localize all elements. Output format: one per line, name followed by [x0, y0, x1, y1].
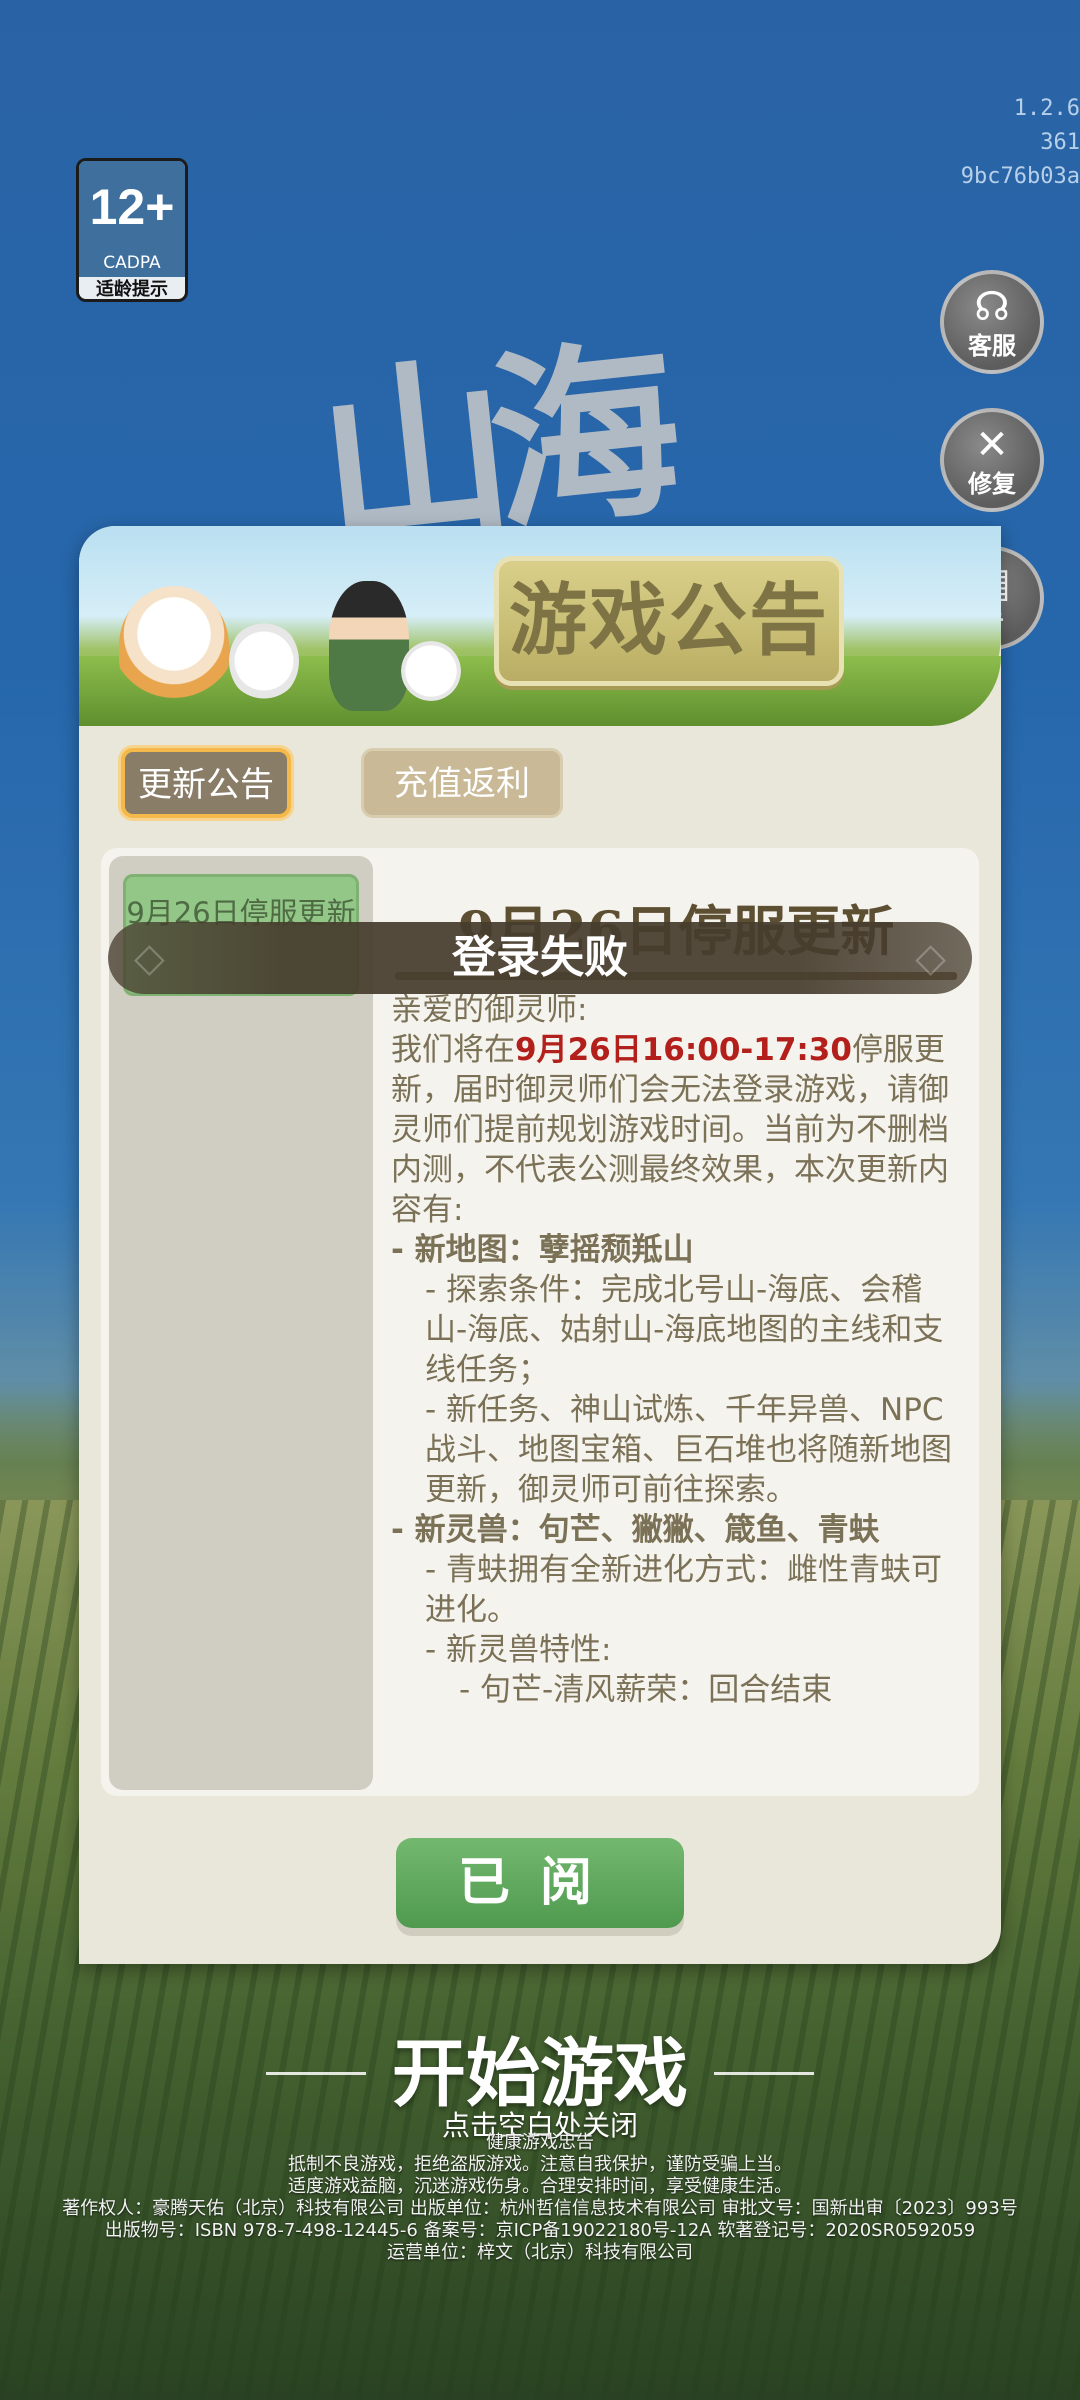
wrench-icon: ✕	[975, 422, 1009, 468]
footer-line: 健康游戏忠告	[486, 2132, 594, 2153]
age-rating-value: 12+	[79, 161, 185, 253]
footer-line: 著作权人：豪腾天佑（北京）科技有限公司 出版单位：杭州哲信信息技术有限公司 审批…	[62, 2198, 1018, 2219]
new-map-detail: - 探索条件：完成北号山-海底、会稽山-海底、姑射山-海底地图的主线和支线任务；	[425, 1272, 944, 1388]
footer-line: 出版物号：ISBN 978-7-498-12445-6 备案号：京ICP备190…	[104, 2220, 976, 2241]
new-spirits-detail: - 青蚨拥有全新进化方式：雌性青蚨可进化。	[425, 1552, 943, 1628]
hero-character-illustration	[329, 581, 409, 711]
read-confirm-button[interactable]: 已阅	[396, 1838, 684, 1928]
age-rating-hint: 适龄提示	[96, 279, 168, 300]
start-game-area[interactable]: 开始游戏 点击空白处关闭	[0, 2034, 1080, 2144]
age-rating-org: CADPA	[79, 253, 185, 277]
start-game-button[interactable]: 开始游戏	[266, 2031, 814, 2117]
start-game-label: 开始游戏	[392, 2031, 688, 2117]
version-hash: 9bc76b03a	[960, 164, 1080, 189]
age-rating-badge[interactable]: 12+ CADPA 适龄提示	[76, 158, 188, 302]
login-failed-toast: 登录失败	[108, 922, 972, 994]
customer-service-button[interactable]: ☊ 客服	[940, 270, 1044, 374]
version-number: 1.2.6	[1013, 96, 1080, 121]
version-info: 1.2.6 361 9bc76b03a	[961, 92, 1080, 194]
legal-footer: 健康游戏忠告 抵制不良游戏，拒绝盗版游戏。注意自我保护，谨防受骗上当。 适度游戏…	[0, 2132, 1080, 2264]
announcement-title-plaque: 游戏公告	[494, 556, 844, 686]
article-body: 亲爱的御灵师: 我们将在9月26日16:00-17:30停服更新，届时御灵师们会…	[391, 990, 961, 1710]
footer-line: 运营单位：梓文（北京）科技有限公司	[387, 2242, 693, 2263]
decor-line-right	[714, 2072, 814, 2075]
section-new-map: - 新地图：孽摇颓羝山	[391, 1232, 694, 1268]
announcement-banner: 游戏公告	[79, 526, 1001, 726]
announcement-panel: 游戏公告 更新公告 充值返利 9月26日停服更新 9月26日停服更新 亲爱的御灵…	[79, 526, 1001, 1964]
repair-label: 修复	[968, 470, 1016, 498]
new-spirits-detail: - 句芒-清风薪荣：回合结束	[459, 1672, 833, 1708]
announcement-list[interactable]: 9月26日停服更新	[109, 856, 373, 1790]
customer-service-label: 客服	[968, 332, 1016, 360]
announcement-article[interactable]: 9月26日停服更新 亲爱的御灵师: 我们将在9月26日16:00-17:30停服…	[391, 866, 961, 1786]
decor-line-left	[266, 2072, 366, 2075]
version-build: 361	[1040, 130, 1080, 155]
footer-line: 适度游戏益脑，沉迷游戏伤身。合理安排时间，享受健康生活。	[288, 2176, 792, 2197]
article-greeting: 亲爱的御灵师:	[391, 992, 588, 1028]
small-spirit-illustration	[401, 641, 461, 701]
tab-update-notice[interactable]: 更新公告	[121, 748, 291, 818]
tab-recharge-rebate[interactable]: 充值返利	[361, 748, 563, 818]
article-text: 我们将在	[391, 1032, 515, 1068]
article-paragraph: 我们将在9月26日16:00-17:30停服更新，届时御灵师们会无法登录游戏，请…	[391, 1030, 961, 1230]
repair-button[interactable]: ✕ 修复	[940, 408, 1044, 512]
footer-line: 抵制不良游戏，拒绝盗版游戏。注意自我保护，谨防受骗上当。	[288, 2154, 792, 2175]
maintenance-time: 9月26日16:00-17:30	[515, 1032, 852, 1068]
announcement-title: 游戏公告	[508, 575, 829, 666]
headset-icon: ☊	[974, 284, 1010, 330]
section-new-spirits: - 新灵兽：句芒、獙獙、箴鱼、青蚨	[391, 1512, 880, 1548]
white-spirit-illustration	[229, 621, 299, 701]
new-map-detail: - 新任务、神山试炼、千年异兽、NPC战斗、地图宝箱、巨石堆也将随新地图更新，御…	[425, 1392, 952, 1508]
new-spirits-detail: - 新灵兽特性:	[425, 1632, 612, 1668]
fox-spirit-illustration	[119, 586, 229, 706]
